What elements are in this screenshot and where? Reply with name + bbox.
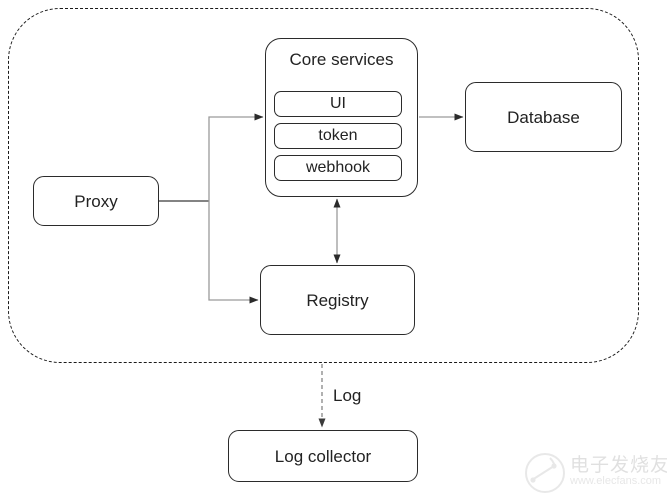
edge-label-log: Log — [333, 386, 362, 405]
diagram-canvas: Proxy Core services UI token webhook Dat… — [0, 0, 667, 504]
edge-proxy-to-core-services — [208, 113, 264, 201]
node-token-label: token — [318, 127, 358, 144]
edge-proxy-to-registry — [208, 201, 259, 304]
node-ui-label: UI — [330, 95, 346, 112]
node-registry-label: Registry — [306, 290, 369, 310]
node-token[interactable]: token — [274, 123, 402, 149]
node-log-collector-label: Log collector — [274, 446, 372, 466]
node-proxy-label: Proxy — [74, 191, 118, 211]
node-log-collector[interactable]: Log collector — [228, 430, 418, 482]
node-database[interactable]: Database — [465, 82, 622, 152]
node-core-services[interactable]: Core services UI token webhook — [265, 38, 418, 197]
node-webhook[interactable]: webhook — [274, 155, 402, 181]
node-webhook-label: webhook — [305, 159, 371, 176]
node-core-services-label: Core services — [289, 50, 394, 69]
node-proxy[interactable]: Proxy — [33, 176, 159, 226]
node-ui[interactable]: UI — [274, 91, 402, 117]
node-registry[interactable]: Registry — [260, 265, 415, 335]
node-database-label: Database — [507, 107, 580, 127]
